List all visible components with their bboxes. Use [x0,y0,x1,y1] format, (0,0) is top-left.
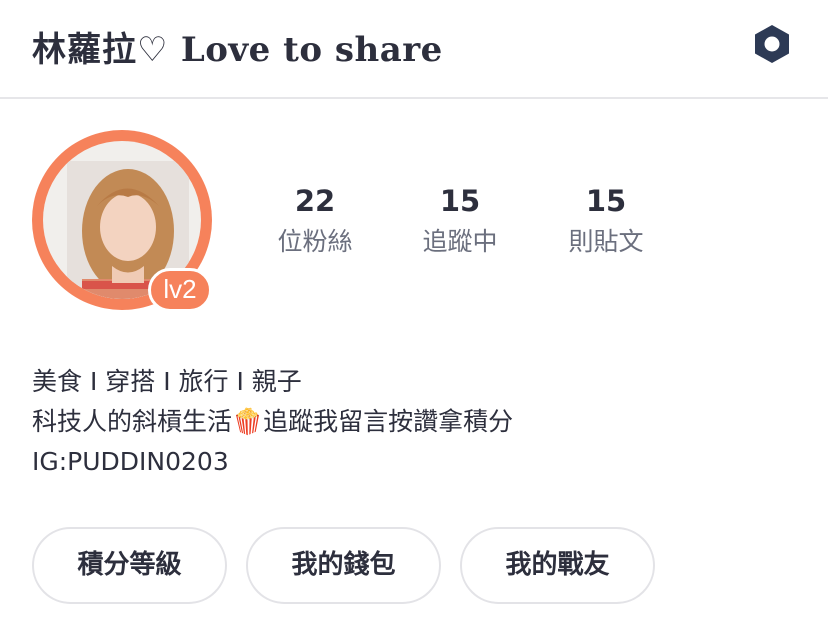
bio-line: 科技人的斜槓生活🍿追蹤我留言按讚拿積分 [32,407,514,436]
title-tagline: Love to share [168,30,443,70]
following-label: 追蹤中 [422,227,498,256]
title-name: 林蘿拉♡ [32,30,169,70]
stat-posts[interactable]: 15 則貼文 [546,182,666,262]
bio-line: 美食 I 穿搭 I 旅行 I 親子 [32,367,302,396]
settings-button[interactable] [752,23,792,65]
top-bar: 林蘿拉♡ Love to share [0,0,828,99]
bio-line: IG:PUDDIN0203 [32,447,229,476]
level-badge: lv2 [148,268,212,312]
stat-following[interactable]: 15 追蹤中 [400,182,520,262]
posts-label: 則貼文 [568,227,644,256]
followers-label: 位粉絲 [277,227,353,256]
points-level-button[interactable]: 積分等級 [32,527,227,604]
followers-count: 22 [294,184,336,218]
wallet-button[interactable]: 我的錢包 [246,527,441,604]
following-count: 15 [439,184,481,218]
hexagon-settings-icon [755,25,789,63]
page-title: 林蘿拉♡ Love to share [32,22,443,71]
posts-count: 15 [585,184,627,218]
friends-button[interactable]: 我的戰友 [460,527,655,604]
stat-followers[interactable]: 22 位粉絲 [255,182,375,262]
profile-bio: 美食 I 穿搭 I 旅行 I 親子 科技人的斜槓生活🍿追蹤我留言按讚拿積分 IG… [32,362,513,482]
